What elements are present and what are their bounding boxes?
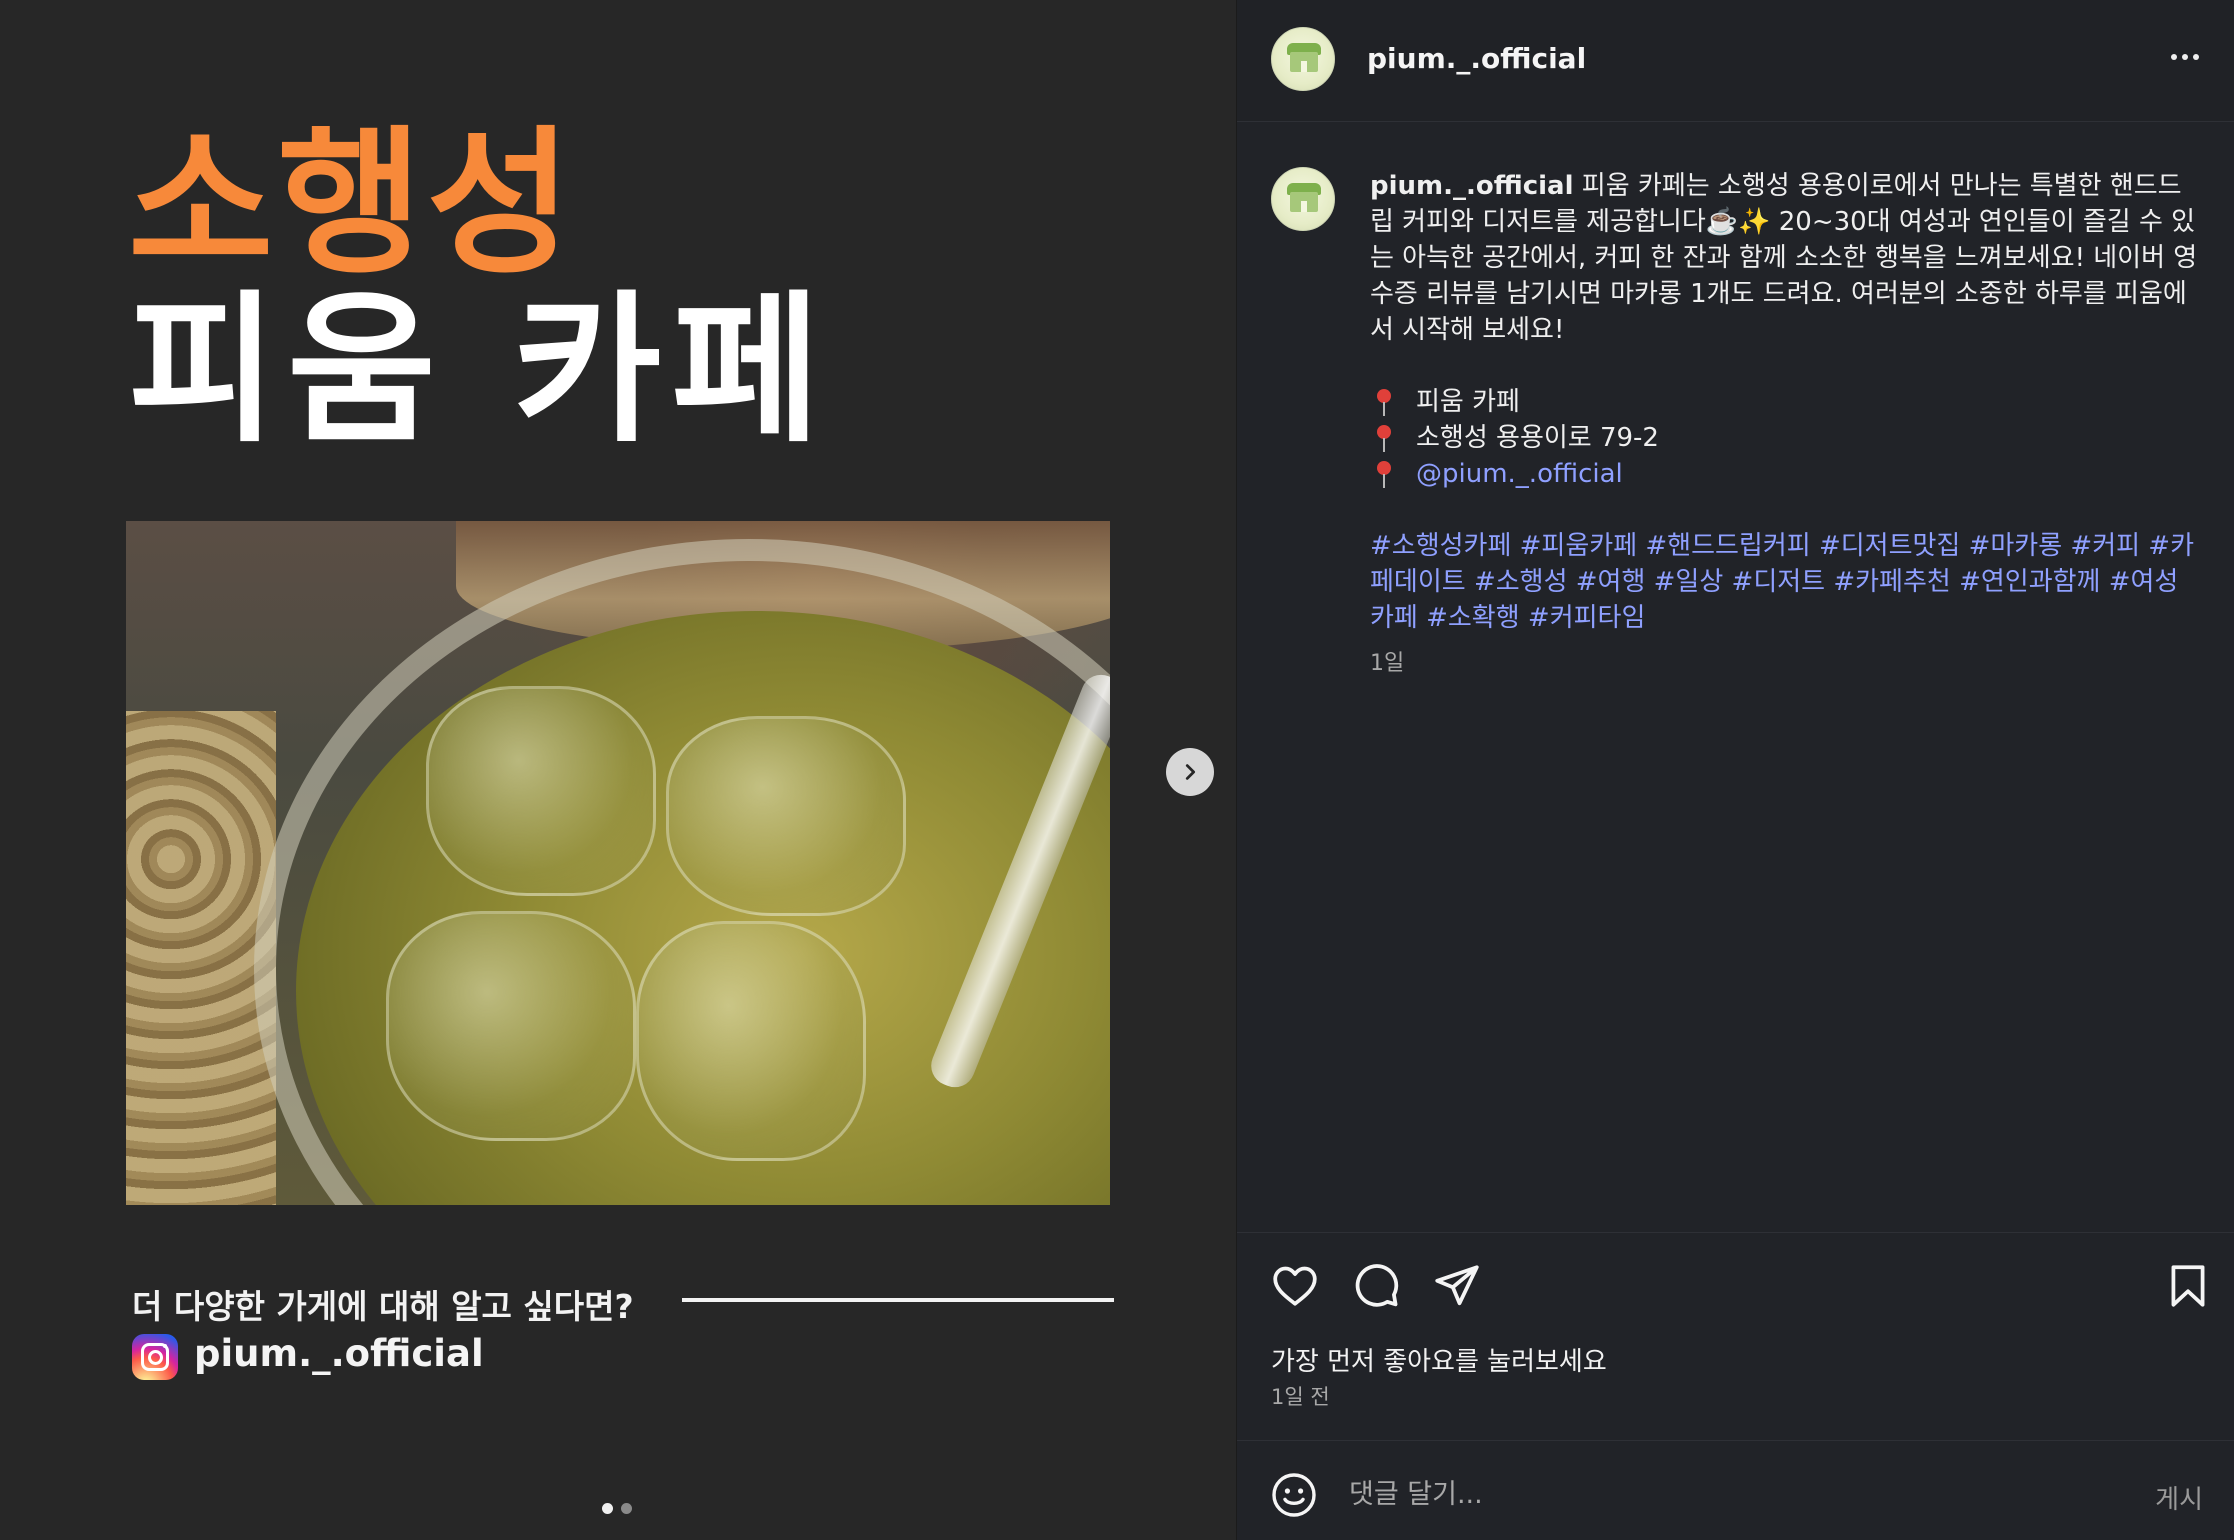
more-options-icon[interactable] (2171, 54, 2199, 60)
meta-place: 피움 카페 (1370, 384, 2200, 420)
comment-bar: 게시 (1237, 1440, 2234, 1540)
instagram-logo-icon (132, 1334, 178, 1380)
caption-body: pium._.official 피움 카페는 소행성 용용이로에서 만나는 특별… (1370, 168, 2200, 348)
meta-address: 소행성 용용이로 79-2 (1370, 420, 2200, 456)
mention-link[interactable]: @pium._.official (1416, 456, 1623, 492)
cta-divider (682, 1298, 1114, 1302)
cta-text: 더 다양한 가게에 대해 알고 싶다면? (132, 1287, 634, 1326)
save-button[interactable] (2163, 1261, 2213, 1311)
share-button[interactable] (1432, 1261, 1482, 1311)
carousel-dot (621, 1503, 632, 1514)
caption-avatar[interactable] (1271, 167, 1335, 231)
carousel-indicator (602, 1503, 632, 1514)
comment-button[interactable] (1351, 1261, 1401, 1311)
hashtags[interactable]: #소행성카페 #피움카페 #핸드드립커피 #디저트맛집 #마카롱 #커피 #카페… (1370, 528, 2200, 636)
drink-photo (126, 521, 1110, 1205)
pin-icon (1370, 459, 1396, 489)
post-comment-button[interactable]: 게시 (2155, 1479, 2203, 1516)
caption-username[interactable]: pium._.official (1370, 171, 1574, 201)
next-slide-button[interactable] (1166, 748, 1214, 796)
post-sidebar: pium._.official pium._.official 피움 카페는 소… (1236, 0, 2234, 1540)
post-actions: 가장 먼저 좋아요를 눌러보세요 1일 전 (1237, 1232, 2234, 1444)
caption-timestamp[interactable]: 1일 (1370, 646, 2200, 682)
send-icon (1435, 1265, 1479, 1306)
chevron-right-icon (1185, 764, 1196, 780)
meta-place-text: 피움 카페 (1416, 387, 1520, 417)
title-accent-text: 소행성 (128, 112, 577, 296)
ice-cube (386, 911, 636, 1141)
bookmark-icon (2171, 1265, 2205, 1307)
post-media: 소행성 피움 카페 더 다양한 가게에 대해 알고 싶다면? pium._.of… (0, 0, 1236, 1540)
pin-icon (1370, 387, 1396, 417)
emoji-button[interactable] (1270, 1471, 1318, 1519)
like-button[interactable] (1270, 1261, 1320, 1311)
smiley-icon (1272, 1473, 1316, 1517)
ice-cube (666, 716, 906, 916)
pin-icon (1370, 423, 1396, 453)
post-caption: pium._.official 피움 카페는 소행성 용용이로에서 만나는 특별… (1370, 168, 2200, 682)
comment-icon (1355, 1264, 1399, 1307)
comment-input[interactable] (1349, 1469, 2049, 1519)
title-main-text: 피움 카페 (128, 277, 831, 465)
ice-cube (426, 686, 656, 896)
header-username[interactable]: pium._.official (1367, 42, 1586, 75)
likes-text: 가장 먼저 좋아요를 눌러보세요 (1271, 1347, 1607, 1377)
meta-mention: @pium._.official (1370, 456, 2200, 492)
meta-address-text: 소행성 용용이로 79-2 (1416, 423, 1659, 453)
post-header: pium._.official (1237, 0, 2234, 122)
avatar[interactable] (1271, 27, 1335, 91)
caption-meta-list: 피움 카페 소행성 용용이로 79-2 @pium._.official (1370, 384, 2200, 492)
ice-cube (636, 921, 866, 1161)
cta-handle: pium._.official (194, 1332, 484, 1375)
post-time[interactable]: 1일 전 (1271, 1381, 1330, 1411)
carousel-dot-active (602, 1503, 613, 1514)
heart-icon (1273, 1266, 1317, 1306)
